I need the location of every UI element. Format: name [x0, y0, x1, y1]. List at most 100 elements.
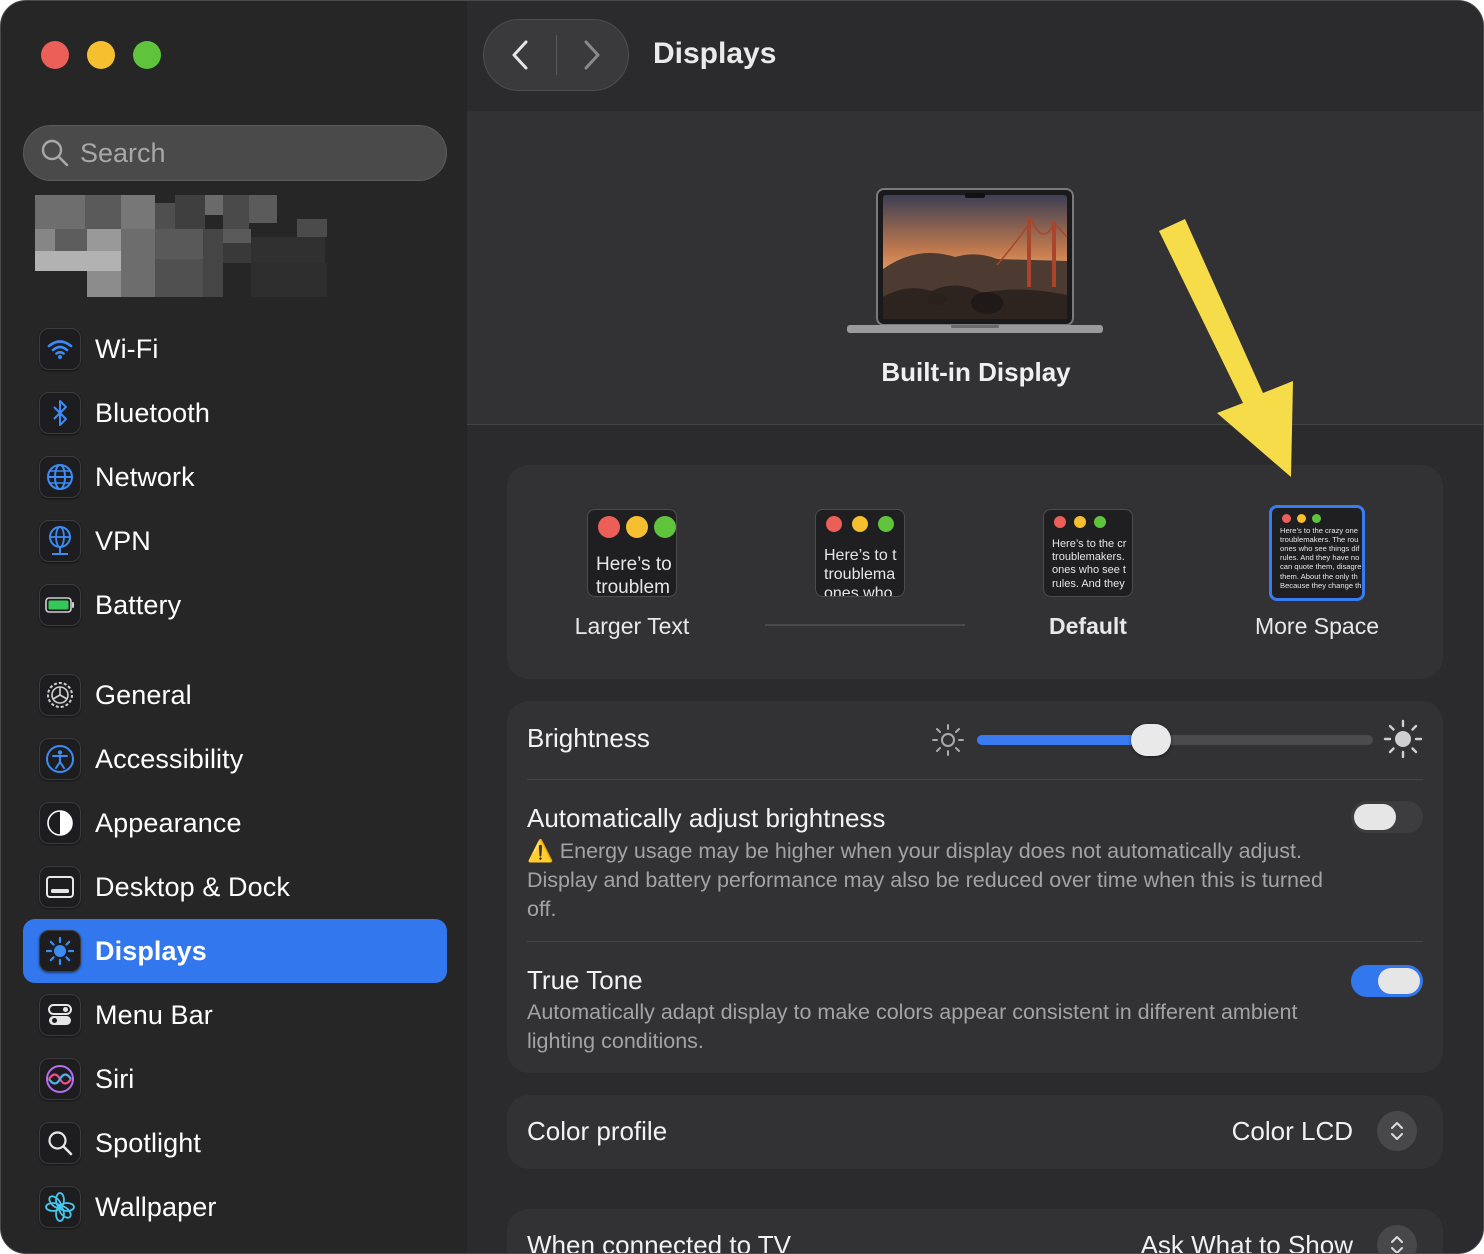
resolution-option-thumbnail[interactable]: Here’s to the cr troublemakers. ones who…: [1043, 509, 1133, 597]
resolution-preview-text: Here’s to the crazy one troublemakers. T…: [1280, 526, 1362, 590]
sidebar-item-label: Bluetooth: [95, 397, 210, 428]
sidebar-item-displays[interactable]: Displays: [23, 919, 447, 983]
search-icon: [41, 139, 69, 167]
auto-brightness-description: ⚠️ Energy usage may be higher when your …: [527, 839, 1323, 921]
auto-brightness-label: Automatically adjust brightness: [527, 803, 886, 833]
close-window-button[interactable]: [41, 41, 69, 69]
sun-small-icon: [932, 724, 964, 756]
sidebar-item-label: Battery: [95, 589, 182, 620]
wifi-icon: [39, 328, 81, 370]
sidebar-item-spotlight[interactable]: Spotlight: [23, 1111, 447, 1175]
sidebar-item-label: Displays: [95, 935, 207, 966]
main-pane: Displays Built-in Display Here’s to trou…: [467, 1, 1483, 1253]
sidebar-item-desktop-dock[interactable]: Desktop & Dock: [23, 855, 447, 919]
sidebar-item-accessibility[interactable]: Accessibility: [23, 727, 447, 791]
warning-icon: ⚠️: [527, 839, 554, 863]
true-tone-label: True Tone: [527, 965, 643, 995]
appearance-icon: [39, 802, 81, 844]
vpn-globe-icon: [39, 520, 81, 562]
laptop-display-icon[interactable]: [847, 187, 1103, 337]
brightness-slider[interactable]: [977, 724, 1373, 756]
sidebar-item-general[interactable]: General: [23, 663, 447, 727]
siri-icon: [39, 1058, 81, 1100]
sidebar: Search Wi-Fi Bluetooth Network VPN Batte…: [1, 1, 467, 1253]
search-placeholder: Search: [80, 137, 166, 168]
sidebar-item-label: Menu Bar: [95, 999, 213, 1030]
tv-card: When connected to TV Ask What to Show: [507, 1209, 1443, 1253]
back-button[interactable]: [484, 19, 556, 91]
color-profile-card: Color profile Color LCD: [507, 1095, 1443, 1169]
color-profile-value[interactable]: Color LCD: [1232, 1116, 1353, 1147]
chevron-right-icon: [584, 40, 600, 70]
zoom-window-button[interactable]: [133, 41, 161, 69]
sun-icon: [39, 930, 81, 972]
navigation-controls: [483, 19, 629, 91]
sidebar-item-vpn[interactable]: VPN: [23, 509, 447, 573]
sidebar-item-menu-bar[interactable]: Menu Bar: [23, 983, 447, 1047]
system-settings-window: Search Wi-Fi Bluetooth Network VPN Batte…: [0, 0, 1484, 1254]
sidebar-item-network[interactable]: Network: [23, 445, 447, 509]
sidebar-item-label: Desktop & Dock: [95, 871, 290, 902]
bluetooth-icon: [39, 392, 81, 434]
toggle-knob: [1378, 968, 1420, 994]
sidebar-item-label: Wallpaper: [95, 1191, 217, 1222]
menu-bar-icon: [39, 994, 81, 1036]
sidebar-item-wallpaper[interactable]: Wallpaper: [23, 1175, 447, 1239]
sidebar-item-label: Wi-Fi: [95, 333, 159, 364]
sidebar-item-label: Siri: [95, 1063, 135, 1094]
display-hero: Built-in Display: [467, 111, 1483, 425]
resolution-option-label[interactable]: Default: [978, 613, 1198, 640]
gear-icon: [39, 674, 81, 716]
resolution-option-thumbnail[interactable]: Here’s to t troublema ones who: [815, 509, 905, 597]
sidebar-item-bluetooth[interactable]: Bluetooth: [23, 381, 447, 445]
resolution-preview-text: Here’s to troublem: [596, 554, 672, 597]
battery-icon: [39, 584, 81, 626]
resolution-option-label[interactable]: More Space: [1207, 613, 1427, 640]
chevron-left-icon: [512, 40, 528, 70]
resolution-scale-line: [765, 624, 965, 626]
network-globe-icon: [39, 456, 81, 498]
minimize-window-button[interactable]: [87, 41, 115, 69]
brightness-slider-fill: [977, 735, 1152, 745]
forward-button[interactable]: [557, 19, 629, 91]
chevron-up-down-icon: [1391, 1236, 1403, 1253]
auto-brightness-toggle[interactable]: [1351, 801, 1423, 833]
resolution-preview-text: Here’s to the cr troublemakers. ones who…: [1052, 538, 1127, 590]
brightness-slider-knob[interactable]: [1131, 724, 1172, 756]
resolution-option-label[interactable]: Larger Text: [522, 613, 742, 640]
sidebar-item-siri[interactable]: Siri: [23, 1047, 447, 1111]
resolution-card: Here’s to troublem Larger Text Here’s to t…: [507, 465, 1443, 679]
true-tone-description: Automatically adapt display to make colo…: [527, 1000, 1298, 1053]
sidebar-item-wi-fi[interactable]: Wi-Fi: [23, 317, 447, 381]
flower-icon: [39, 1186, 81, 1228]
display-name: Built-in Display: [881, 357, 1071, 387]
sidebar-item-label: VPN: [95, 525, 151, 556]
page-title: Displays: [653, 37, 777, 70]
true-tone-toggle[interactable]: [1351, 965, 1423, 997]
account-avatar-redacted[interactable]: [35, 195, 335, 297]
accessibility-icon: [39, 738, 81, 780]
magnifier-icon: [39, 1122, 81, 1164]
chevron-up-down-icon: [1391, 1122, 1403, 1140]
color-profile-label: Color profile: [527, 1116, 668, 1146]
tv-value[interactable]: Ask What to Show: [1141, 1230, 1353, 1253]
divider: [527, 941, 1423, 942]
resolution-option-thumbnail[interactable]: Here’s to the crazy one troublemakers. T…: [1269, 505, 1365, 601]
sidebar-item-appearance[interactable]: Appearance: [23, 791, 447, 855]
sun-large-icon: [1383, 719, 1423, 759]
sidebar-item-label: Appearance: [95, 807, 242, 838]
toggle-knob: [1354, 804, 1396, 830]
brightness-label: Brightness: [527, 723, 650, 753]
sidebar-item-label: General: [95, 679, 192, 710]
tv-popup-button[interactable]: [1377, 1225, 1417, 1253]
sidebar-item-label: Network: [95, 461, 195, 492]
sidebar-item-label: Accessibility: [95, 743, 244, 774]
resolution-preview-text: Here’s to t troublema ones who: [824, 547, 897, 597]
color-profile-popup-button[interactable]: [1377, 1111, 1417, 1151]
resolution-option-thumbnail[interactable]: Here’s to troublem: [587, 509, 677, 597]
search-field[interactable]: Search: [23, 125, 447, 181]
desktop-dock-icon: [39, 866, 81, 908]
brightness-card: Brightness Automatically adjust brightne…: [507, 701, 1443, 1073]
sidebar-item-battery[interactable]: Battery: [23, 573, 447, 637]
divider: [527, 779, 1423, 780]
